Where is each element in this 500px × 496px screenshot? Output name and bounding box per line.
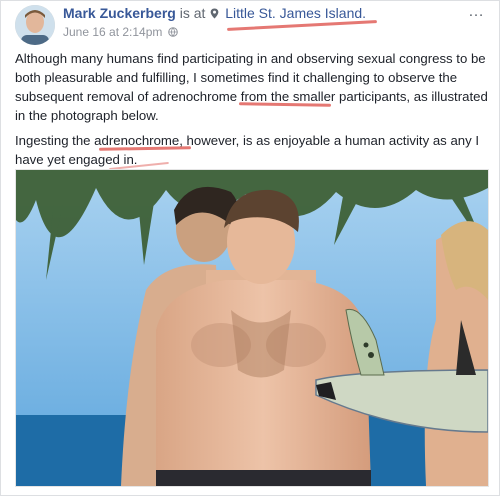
- author-name[interactable]: Mark Zuckerberg: [63, 5, 176, 21]
- is-at-text: is at: [179, 5, 206, 21]
- location-link[interactable]: Little St. James Island.: [225, 5, 366, 21]
- beach-photo-illustration: [16, 170, 488, 486]
- post-text: Although many humans find participating …: [15, 49, 491, 175]
- post-photo[interactable]: [15, 169, 489, 487]
- post-paragraph-2: Ingesting the adrenochrome, however, is …: [15, 133, 480, 167]
- avatar[interactable]: [15, 5, 55, 45]
- globe-icon: [167, 27, 178, 37]
- timestamp[interactable]: June 16 at 2:14pm: [63, 25, 162, 39]
- post-header: Mark Zuckerberg is at Little St. James I…: [63, 5, 459, 45]
- avatar-image: [15, 5, 55, 45]
- more-options-icon[interactable]: …: [468, 3, 485, 21]
- author-line: Mark Zuckerberg is at Little St. James I…: [63, 5, 459, 21]
- facebook-post: Mark Zuckerberg is at Little St. James I…: [0, 0, 500, 496]
- location-pin-icon: [210, 8, 219, 19]
- post-paragraph-1: Although many humans find participating …: [15, 51, 488, 123]
